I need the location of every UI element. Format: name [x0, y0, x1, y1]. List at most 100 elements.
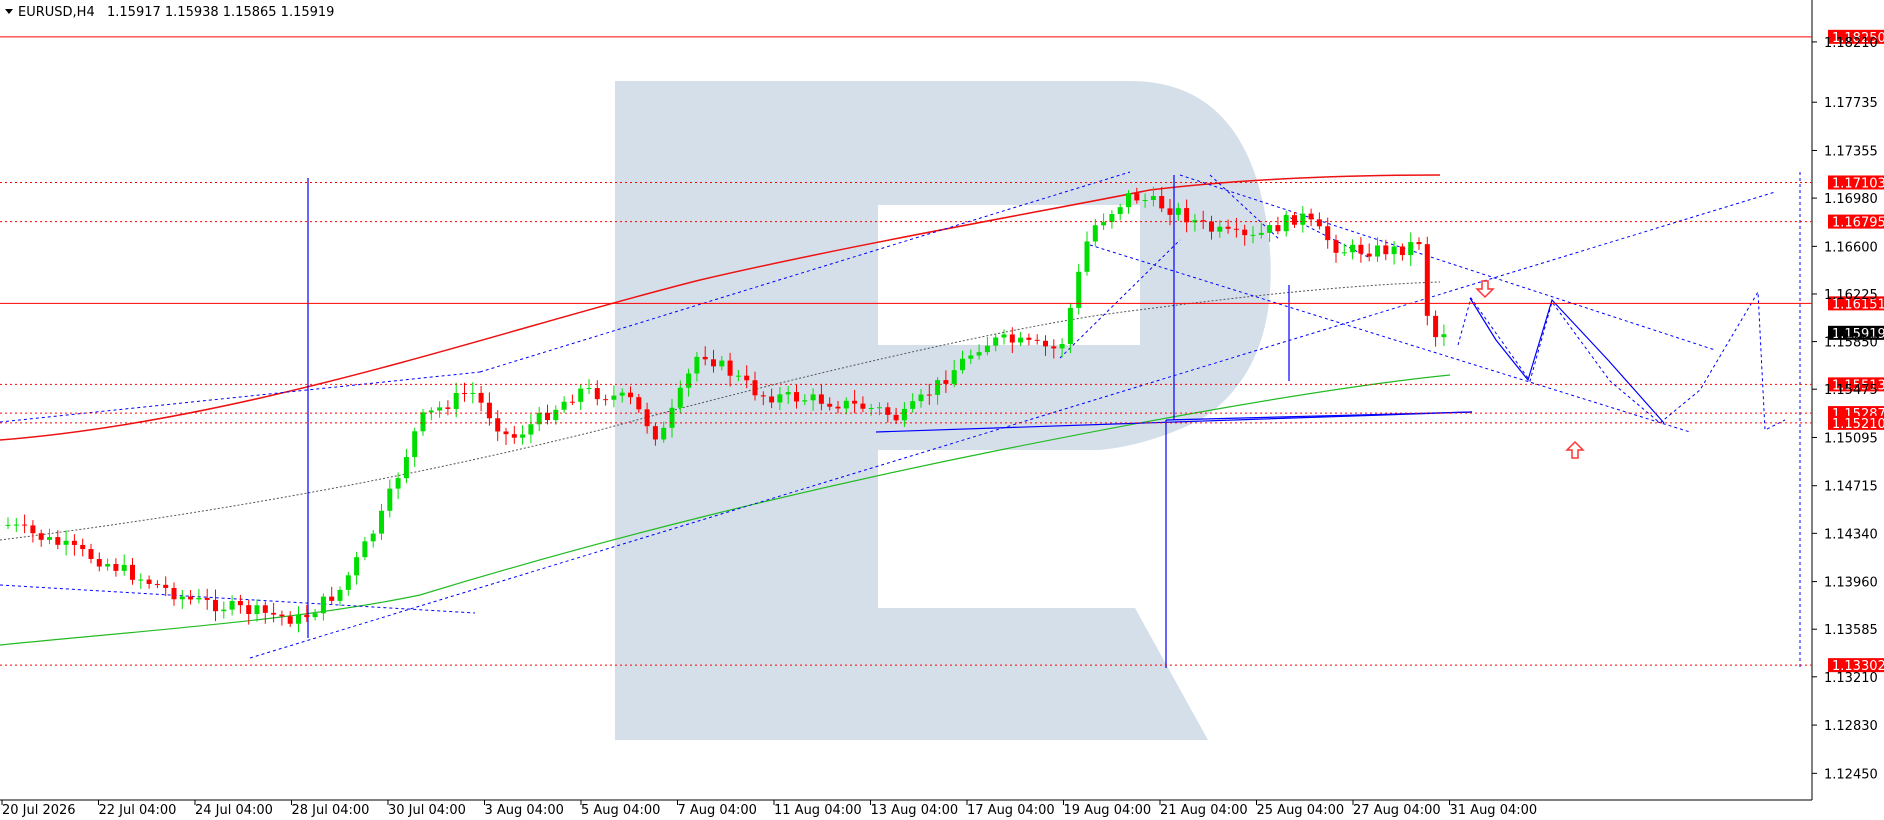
time-ticks: 20 Jul 2026 22 Jul 04:00 24 Jul 04:00 28 Ju…: [1, 800, 1538, 818]
candle-body: [1283, 215, 1289, 232]
candle-body: [437, 407, 443, 411]
time-tick-label: 20 Jul 2026: [2, 803, 76, 818]
candle-body: [561, 401, 567, 410]
candle-body: [379, 510, 384, 534]
candle-body: [453, 392, 459, 409]
price-tick-label: 1.12450: [1824, 767, 1878, 782]
candle-body: [760, 395, 766, 397]
candle-body: [511, 434, 517, 438]
candle-body: [586, 388, 592, 390]
candle-body: [810, 394, 816, 401]
candle-body: [138, 579, 144, 581]
candle-body: [968, 355, 974, 359]
time-tick-label: 22 Jul 04:00: [99, 803, 177, 818]
time-tick-label: 19 Aug 04:00: [1064, 803, 1152, 818]
candle-body: [1233, 228, 1239, 230]
candle-body: [777, 394, 783, 403]
candle-body: [1433, 315, 1439, 338]
candle-body: [1250, 234, 1256, 236]
time-tick-label: 3 Aug 04:00: [485, 803, 564, 818]
candle-body: [611, 395, 617, 400]
candle-body: [1424, 244, 1430, 316]
candle-body: [1076, 271, 1082, 308]
candle-body: [113, 564, 119, 571]
candle-body: [578, 388, 584, 402]
candle-body: [835, 406, 841, 409]
time-tick-label: 31 Aug 04:00: [1450, 803, 1538, 818]
candle-body: [279, 614, 285, 617]
candle-body: [885, 407, 891, 415]
candle-body: [910, 401, 916, 409]
candle-body: [1067, 307, 1073, 345]
candle-body: [951, 370, 957, 384]
chart-window[interactable]: 1.18250 1.17103 1.16795 1.16151 1.15513 1.152…: [0, 0, 1884, 820]
candle-body: [1358, 244, 1364, 254]
candle-body: [1043, 340, 1048, 347]
candle-body: [428, 410, 434, 413]
price-level-label: 1.17103: [1832, 176, 1884, 191]
candle-body: [246, 605, 252, 614]
candle-body: [619, 392, 625, 396]
candle-body: [769, 396, 775, 403]
candle-body: [984, 345, 990, 353]
candle-body: [445, 407, 451, 409]
candle-body: [486, 402, 492, 419]
candle-body: [877, 407, 882, 409]
watermark-logo: [615, 81, 1271, 740]
candle-body: [1416, 242, 1422, 245]
candle-body: [752, 380, 758, 396]
candle-body: [785, 392, 791, 395]
candle-body: [30, 525, 36, 534]
candle-body: [943, 380, 949, 384]
candle-body: [1375, 245, 1380, 257]
price-tick-label: 1.16980: [1824, 192, 1878, 207]
candle-body: [1350, 244, 1356, 253]
candle-body: [503, 431, 509, 435]
candle-body: [794, 392, 799, 402]
candle-body: [38, 533, 44, 540]
candle-body: [1134, 193, 1140, 201]
candle-body: [827, 403, 833, 407]
candle-body: [370, 533, 376, 542]
candle-body: [5, 524, 11, 526]
candle-body: [105, 564, 111, 567]
price-tick-label: 1.13960: [1824, 576, 1878, 591]
candle-body: [993, 337, 999, 346]
candle-body: [96, 558, 102, 567]
candle-body: [296, 614, 301, 624]
candle-body: [354, 557, 360, 576]
candle-body: [88, 549, 94, 559]
price-level-label: 1.15210: [1832, 417, 1884, 432]
candle-body: [1308, 213, 1314, 220]
candle-body: [1109, 214, 1115, 223]
candle-body: [901, 408, 907, 421]
candle-body: [1258, 232, 1264, 235]
candle-body: [1441, 334, 1447, 338]
price-tick-label: 1.17735: [1824, 96, 1878, 111]
candle-body: [1001, 334, 1007, 338]
candle-body: [744, 375, 750, 381]
candle-body: [802, 400, 808, 402]
price-tick-label: 1.18210: [1824, 36, 1878, 51]
candle-body: [677, 387, 683, 408]
down-arrow-icon: [1475, 280, 1495, 299]
candle-body: [1101, 222, 1107, 226]
price-level-label: 1.16795: [1832, 216, 1884, 231]
candle-body: [1325, 226, 1331, 241]
candle-body: [478, 392, 484, 403]
collapse-triangle-icon[interactable]: [5, 9, 13, 14]
trendline: [0, 584, 476, 614]
candle-body: [893, 414, 899, 421]
candle-body: [345, 575, 351, 590]
chart-canvas[interactable]: 1.182501.171031.167951.161511.155131.152…: [0, 0, 1884, 820]
candle-body: [495, 418, 501, 432]
candle-body: [287, 616, 293, 624]
ohlc-values: 1.15917 1.15938 1.15865 1.15919: [107, 5, 334, 20]
candle-body: [1217, 226, 1223, 232]
candle-body: [1142, 199, 1148, 201]
candle-body: [711, 359, 716, 367]
candle-body: [470, 392, 476, 394]
time-tick-label: 24 Jul 04:00: [195, 803, 273, 818]
candle-body: [262, 605, 268, 613]
candle-body: [702, 356, 708, 360]
